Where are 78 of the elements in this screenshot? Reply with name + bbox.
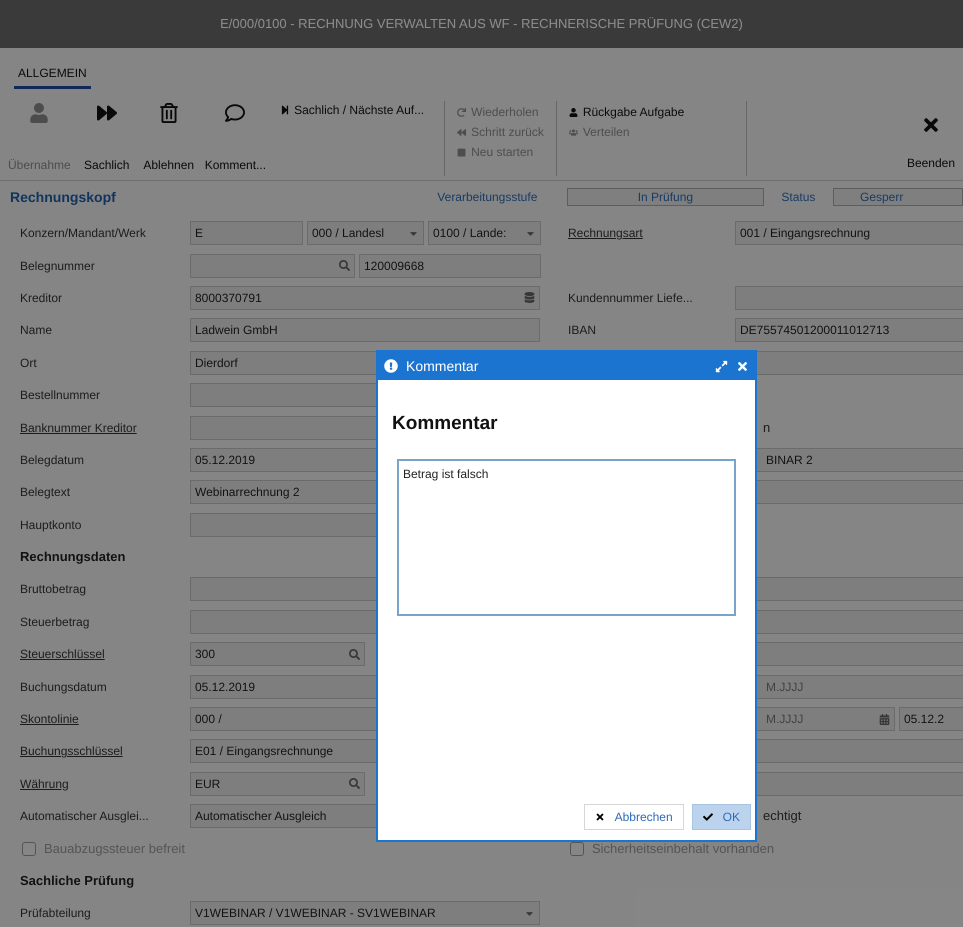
stop-icon <box>457 148 466 156</box>
toolbar-button[interactable]: Sachlich <box>80 97 133 180</box>
dialog-button[interactable]: OK <box>692 804 751 830</box>
calendar-icon <box>879 714 890 725</box>
input-field[interactable]: EUR <box>190 772 365 796</box>
field-label: Kreditor <box>20 290 62 305</box>
field-label: Kundennummer Liefe... <box>568 290 693 305</box>
user-icon <box>568 108 578 116</box>
users-icon <box>568 128 578 136</box>
field-label: Name <box>20 323 52 338</box>
tab[interactable]: ALLGEMEIN <box>14 64 91 89</box>
skip-forward-icon <box>280 105 290 115</box>
input-field[interactable] <box>190 254 355 278</box>
dialog-title: Kommentar <box>406 356 480 376</box>
fast-forward-icon <box>96 103 117 123</box>
input-field[interactable]: 001 / Eingangsrechnung <box>735 221 963 246</box>
input-field[interactable] <box>735 286 963 310</box>
toolbar-link[interactable]: Rückgabe Aufgabe <box>568 103 734 121</box>
field-label: Prüfabteilung <box>20 906 91 920</box>
field-label: Konzern/Mandant/Werk <box>20 226 146 240</box>
search-icon <box>349 648 360 660</box>
next-task-button[interactable]: Sachlich / Nächste Auf... <box>280 101 424 119</box>
status-field: Gesperr <box>832 188 963 206</box>
field-label: Automatischer Ausglei... <box>20 809 149 824</box>
field-label: Belegtext <box>20 485 70 500</box>
dropdown-field[interactable]: 000 / Landesl <box>307 221 424 246</box>
input-field[interactable]: 300 <box>190 642 365 666</box>
section-title: Rechnungskopf <box>10 188 117 207</box>
field-label: Bruttobetrag <box>20 582 86 596</box>
field-label-link[interactable]: Buchungsschlüssel <box>20 744 123 758</box>
field-label-link[interactable]: Skontolinie <box>20 712 79 726</box>
toolbar-button[interactable]: Ablehnen <box>142 97 195 180</box>
field-label: Belegdatum <box>20 452 84 467</box>
field-label: Verarbeitungsstufe <box>437 189 538 206</box>
field-label-link[interactable]: Banknummer Kreditor <box>20 420 137 435</box>
field-label-link[interactable]: Steuerschlüssel <box>20 647 105 662</box>
input-field[interactable]: DE75574501200011012713 <box>735 318 963 342</box>
trash-icon <box>158 103 179 123</box>
dialog-button[interactable]: Abbrechen <box>584 804 684 830</box>
expand-icon[interactable] <box>715 360 728 372</box>
close-button[interactable]: Beenden <box>906 101 955 176</box>
comment-field[interactable]: Betrag ist falsch <box>397 458 736 616</box>
search-icon <box>339 260 350 272</box>
field-label: Belegnummer <box>20 258 95 273</box>
field-label: Steuerbetrag <box>20 614 90 629</box>
rewind-icon <box>457 128 466 136</box>
close-icon[interactable] <box>736 360 749 372</box>
redo-icon <box>457 108 466 116</box>
field-label-link[interactable]: Währung <box>20 776 69 791</box>
field-label: Status <box>780 189 816 206</box>
dropdown-field[interactable]: 0100 / Lande: <box>428 221 541 246</box>
field-label: IBAN <box>568 323 596 338</box>
user-icon <box>29 103 50 123</box>
field-label: Ort <box>20 356 37 370</box>
section-heading: Rechnungsdaten <box>20 548 126 566</box>
field-label: n <box>763 418 770 437</box>
toolbar-button[interactable]: Komment... <box>204 97 266 180</box>
field-label: Bestellnummer <box>20 388 100 402</box>
input-field[interactable]: E <box>190 221 303 246</box>
list-icon <box>524 292 535 304</box>
dropdown-field[interactable]: V1WEBINAR / V1WEBINAR - SV1WEBINAR <box>190 901 540 926</box>
section-heading: Sachliche Prüfung <box>20 872 134 890</box>
check-icon <box>702 812 713 822</box>
window-title: E/000/0100 - RECHNUNG VERWALTEN AUS WF - RECHNERISCHE PRÜFUNG (CEW2) <box>220 15 743 34</box>
input-field[interactable]: Ladwein GmbH <box>190 318 540 342</box>
speech-bubble-icon <box>225 103 246 123</box>
alert-icon <box>384 359 398 373</box>
input-field[interactable]: 120009668 <box>359 254 541 278</box>
close-icon <box>594 812 605 822</box>
field-label: Buchungsdatum <box>20 680 107 694</box>
field-label-link[interactable]: Rechnungsart <box>568 226 643 240</box>
status-field: In Prüfung <box>566 188 764 206</box>
search-icon <box>349 778 360 790</box>
field-label: echtigt <box>763 807 802 826</box>
input-field[interactable]: 05.12.2 <box>899 707 963 732</box>
field-label: Hauptkonto <box>20 518 82 532</box>
input-field[interactable]: 8000370791 <box>190 286 540 310</box>
dialog-heading: Kommentar <box>392 413 498 434</box>
